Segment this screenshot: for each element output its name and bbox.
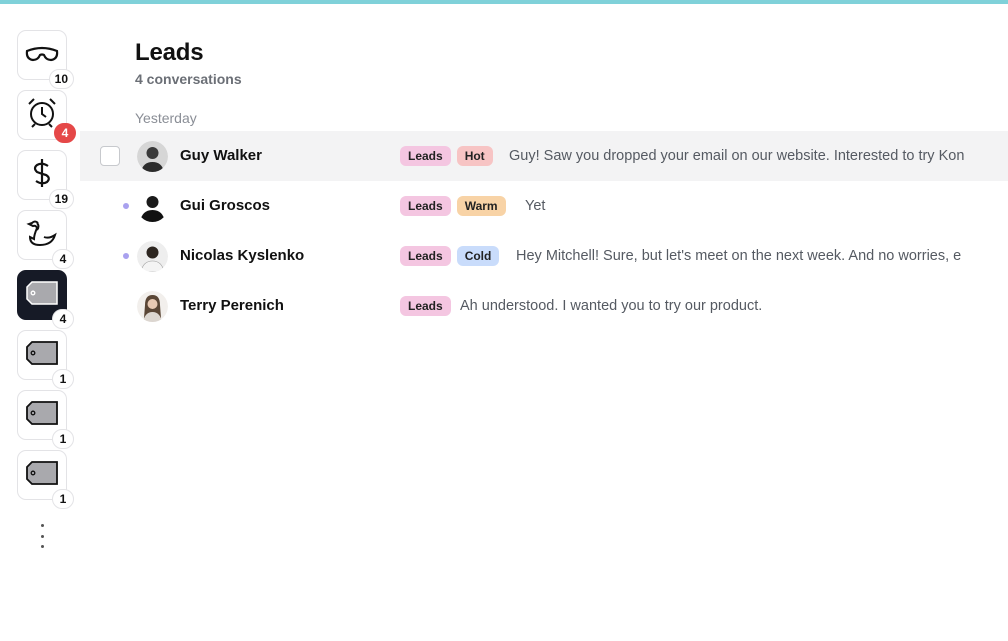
- message-preview: Ah understood. I wanted you to try our p…: [460, 298, 763, 314]
- tag-leads[interactable]: Leads: [400, 146, 451, 166]
- rail-count-badge: 4: [54, 123, 76, 143]
- rail-count-badge: 10: [48, 69, 74, 89]
- unread-dot: [123, 253, 129, 259]
- rail-count-badge: 4: [52, 249, 74, 269]
- top-accent-bar: [0, 0, 1008, 4]
- conversation-row[interactable]: Guy Walker Leads Hot Guy! Saw you droppe…: [80, 131, 1008, 181]
- rail-count-badge: 1: [52, 369, 74, 389]
- swan-icon: [24, 215, 60, 256]
- rail-item-tag-active[interactable]: 4: [17, 270, 74, 329]
- rail-count-badge: 1: [52, 429, 74, 449]
- date-group-label: Yesterday: [135, 110, 197, 126]
- unread-dot: [123, 203, 129, 209]
- tag-list: Leads: [400, 296, 451, 316]
- rail-count-badge: 19: [48, 189, 74, 209]
- tag-icon: [24, 455, 60, 496]
- avatar: [137, 241, 168, 272]
- contact-name: Terry Perenich: [180, 297, 284, 314]
- tag-icon: [24, 395, 60, 436]
- tag-cold[interactable]: Cold: [456, 246, 500, 266]
- rail-item-goggles[interactable]: 10: [17, 30, 74, 89]
- tag-warm[interactable]: Warm: [456, 196, 506, 216]
- tag-hot[interactable]: Hot: [456, 146, 493, 166]
- rail-count-badge: 4: [52, 309, 74, 329]
- avatar: [137, 191, 168, 222]
- tag-list: Leads Warm: [400, 196, 506, 216]
- rail-count-badge: 1: [52, 489, 74, 509]
- more-vertical-icon[interactable]: [35, 524, 49, 548]
- message-preview: Guy! Saw you dropped your email on our w…: [509, 148, 965, 164]
- rail-item-swan[interactable]: 4: [17, 210, 74, 269]
- tag-leads[interactable]: Leads: [400, 246, 451, 266]
- conversation-row[interactable]: Terry Perenich Leads Ah understood. I wa…: [80, 281, 1008, 331]
- sidebar-rail: 10 4 19 4 4 1 1 1: [0, 4, 80, 641]
- tag-list: Leads Cold: [400, 246, 500, 266]
- rail-item-dollar[interactable]: 19: [17, 150, 74, 209]
- tag-leads[interactable]: Leads: [400, 196, 451, 216]
- tag-icon: [24, 275, 60, 316]
- contact-name: Gui Groscos: [180, 197, 271, 214]
- rail-item-tag[interactable]: 1: [17, 330, 74, 389]
- rail-item-alarm[interactable]: 4: [17, 90, 76, 143]
- tag-icon: [24, 335, 60, 376]
- tag-list: Leads Hot: [400, 146, 493, 166]
- rail-item-tag[interactable]: 1: [17, 450, 74, 509]
- contact-name: Guy Walker: [180, 147, 262, 164]
- conversation-count: 4 conversations: [135, 71, 242, 87]
- conversation-row[interactable]: Nicolas Kyslenko Leads Cold Hey Mitchell…: [80, 231, 1008, 281]
- conversation-row[interactable]: Gui Groscos Leads Warm Yet: [80, 181, 1008, 231]
- avatar: [137, 141, 168, 172]
- tag-leads[interactable]: Leads: [400, 296, 451, 316]
- rail-item-tag[interactable]: 1: [17, 390, 74, 449]
- message-preview: Hey Mitchell! Sure, but let's meet on th…: [516, 248, 962, 264]
- avatar: [137, 291, 168, 322]
- page-title: Leads: [135, 39, 204, 66]
- contact-name: Nicolas Kyslenko: [180, 247, 305, 264]
- row-checkbox[interactable]: [100, 146, 120, 166]
- message-preview: Yet: [525, 198, 546, 214]
